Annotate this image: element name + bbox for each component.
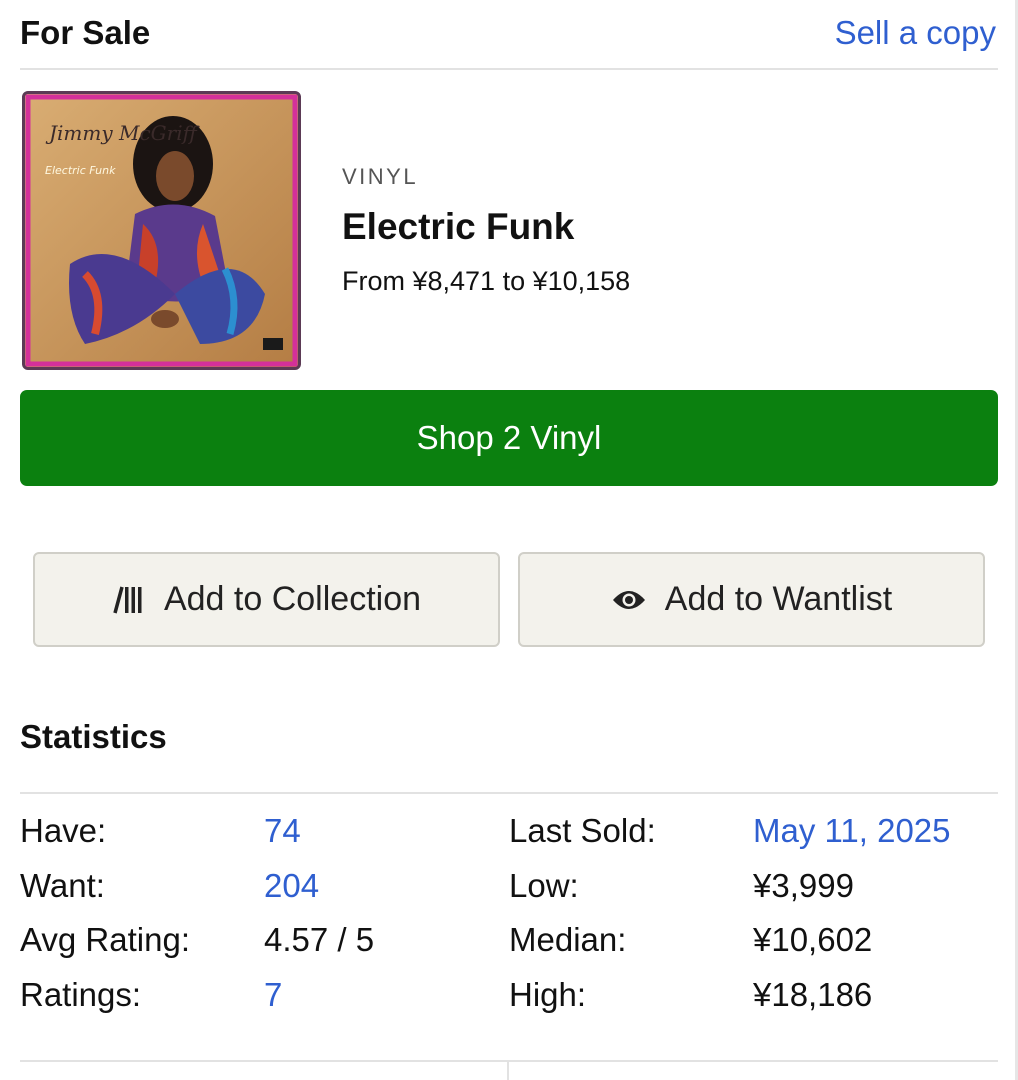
stat-avg-rating-label: Avg Rating: [20,921,190,958]
stat-have-label: Have: [20,812,107,849]
stat-high-label: High: [509,976,587,1013]
for-sale-page: For Sale Sell a copy Jimmy McGriff Elect… [0,0,1018,1080]
cover-artist-text: Jimmy McGriff [45,121,201,145]
stat-last-sold-value[interactable]: May 11, 2025 [753,812,951,850]
cover-album-text: Electric Funk [45,164,116,177]
divider [20,1060,998,1062]
album-cover-art: Jimmy McGriff Electric Funk [25,94,298,367]
stat-want-value[interactable]: 204 [264,867,319,905]
for-sale-header: For Sale Sell a copy [20,12,998,56]
add-to-collection-button[interactable]: Add to Collection [33,552,500,647]
add-to-collection-label: Add to Collection [163,580,422,618]
stat-median-label: Median: [509,921,627,958]
stat-want-label: Want: [20,867,105,904]
stat-median-value: ¥10,602 [753,921,873,958]
add-to-wantlist-label: Add to Wantlist [664,580,893,618]
add-to-wantlist-button[interactable]: Add to Wantlist [518,552,985,647]
statistics-title: Statistics [20,718,167,755]
stat-low-label: Low: [509,867,579,904]
stat-ratings-value[interactable]: 7 [264,976,282,1014]
label-logo [263,338,283,350]
column-divider [507,1062,509,1080]
format-label: VINYL [342,164,419,189]
collection-icon [112,585,146,615]
stat-avg-rating-value: 4.57 / 5 [264,921,375,958]
price-range: From ¥8,471 to ¥10,158 [342,266,631,296]
stat-high-value: ¥18,186 [753,976,873,1013]
album-cover-image[interactable]: Jimmy McGriff Electric Funk [22,91,301,370]
divider [20,792,998,794]
stat-low-value: ¥3,999 [753,867,854,904]
sell-a-copy-link[interactable]: Sell a copy [835,14,996,52]
divider [20,68,998,70]
section-title: For Sale [20,14,151,51]
eye-icon [611,588,647,612]
stat-ratings-label: Ratings: [20,976,142,1013]
stat-last-sold-label: Last Sold: [509,812,656,849]
release-title[interactable]: Electric Funk [342,206,574,248]
shop-vinyl-button[interactable]: Shop 2 Vinyl [20,390,998,486]
stat-have-value[interactable]: 74 [264,812,301,850]
